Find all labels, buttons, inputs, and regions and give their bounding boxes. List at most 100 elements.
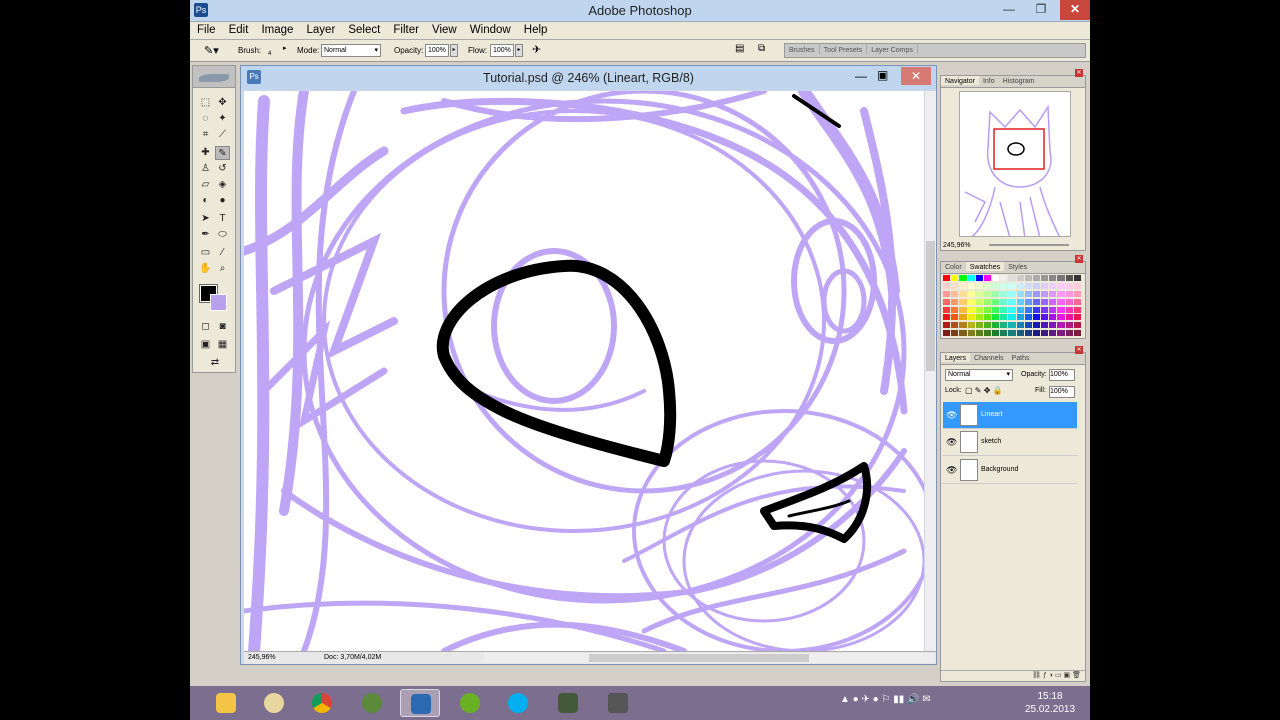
eyedropper-icon[interactable]: ⁄ [215,246,230,260]
airbrush-icon[interactable]: ✈ [532,43,541,56]
zoom-level[interactable]: 245,96% [248,652,276,664]
color-swatch[interactable] [992,306,1000,313]
color-swatch[interactable] [967,282,975,289]
color-swatch[interactable] [975,298,983,305]
color-swatch[interactable] [1008,282,1016,289]
color-swatch[interactable] [943,330,951,337]
color-swatch[interactable] [1016,314,1024,321]
taskbar-photoshop[interactable] [400,689,440,717]
color-swatch[interactable] [1024,298,1032,305]
taskbar-game[interactable] [352,689,392,717]
paint-bucket-icon[interactable]: ◈ [215,178,230,192]
color-swatch[interactable] [1000,290,1008,297]
color-swatch[interactable] [1065,290,1073,297]
brush-picker-arrow[interactable]: ▸ [283,44,287,52]
minimize-button[interactable]: — [996,0,1022,20]
taskbar-media-player[interactable] [548,689,588,717]
color-swatch[interactable] [1000,275,1008,281]
color-swatch[interactable] [1049,330,1057,337]
color-swatch[interactable] [943,282,951,289]
taskbar-skype[interactable] [498,689,538,717]
color-swatch[interactable] [1024,290,1032,297]
tab-paths[interactable]: Paths [1008,353,1034,362]
path-selection-icon[interactable]: ➤ [198,212,213,226]
eraser-tool-icon[interactable]: ▱ [198,178,213,192]
palette-well-brushes[interactable]: Brushes [785,44,820,54]
color-swatch[interactable] [983,282,992,289]
color-swatch[interactable] [1049,322,1057,329]
color-swatch[interactable] [1016,282,1024,289]
color-swatch[interactable] [992,330,1000,337]
color-swatch[interactable] [983,322,992,329]
document-minimize-button[interactable]: — [855,69,867,83]
color-swatch[interactable] [1032,275,1041,281]
taskbar-game-2[interactable] [598,689,638,717]
color-swatch[interactable] [967,322,975,329]
brush-tool-icon[interactable]: ✎ [215,146,230,160]
color-swatch[interactable] [1065,330,1073,337]
fullscreen-mode-icon[interactable]: ▦ [215,338,230,352]
color-swatch[interactable] [1000,322,1008,329]
color-swatch[interactable] [1065,322,1073,329]
color-swatch[interactable] [1049,306,1057,313]
color-swatch[interactable] [951,275,959,281]
color-swatch[interactable] [959,306,967,313]
color-swatch[interactable] [1032,330,1041,337]
color-swatch[interactable] [1073,306,1081,313]
color-swatch[interactable] [1024,306,1032,313]
color-swatch[interactable] [1041,306,1049,313]
color-swatch[interactable] [1032,282,1041,289]
color-swatch[interactable] [1041,282,1049,289]
tab-info[interactable]: Info [979,76,999,85]
color-swatch[interactable] [943,275,951,281]
color-swatch[interactable] [959,290,967,297]
menu-window[interactable]: Window [465,22,516,38]
color-swatch[interactable] [1073,298,1081,305]
document-maximize-button[interactable]: ▣ [877,68,888,82]
layer-opacity-input[interactable]: 100% [1049,369,1075,381]
color-swatch[interactable] [1041,330,1049,337]
flow-input[interactable]: 100% [490,44,514,57]
layer-row-lineart[interactable]: 👁 Lineart [943,402,1077,429]
horizontal-scroll-thumb[interactable] [589,654,809,662]
clone-stamp-icon[interactable]: ♙ [198,162,213,176]
color-swatch[interactable] [1000,330,1008,337]
shape-tool-icon[interactable]: ⬭ [215,228,230,242]
panel-close-icon[interactable]: ✕ [1075,69,1083,77]
horizontal-scrollbar[interactable] [484,653,934,663]
color-swatch[interactable] [943,290,951,297]
taskbar-paint[interactable] [254,689,294,717]
brush-size[interactable]: 4 [268,51,271,57]
zoom-tool-icon[interactable]: ⌕ [215,262,230,276]
color-swatch[interactable] [1032,322,1041,329]
color-swatch[interactable] [1032,290,1041,297]
color-swatch[interactable] [975,330,983,337]
color-swatch[interactable] [1049,275,1057,281]
color-swatch[interactable] [1008,298,1016,305]
color-swatch[interactable] [1065,298,1073,305]
color-swatch[interactable] [1016,322,1024,329]
tab-histogram[interactable]: Histogram [999,76,1039,85]
layer-row-background[interactable]: 👁 Background [943,457,1077,484]
screen-mode-icon[interactable]: ▣ [198,338,213,352]
color-swatch[interactable] [992,298,1000,305]
color-swatch[interactable] [951,330,959,337]
color-swatch[interactable] [1041,290,1049,297]
color-swatch[interactable] [1049,290,1057,297]
brush-tool-icon[interactable]: ✎▾ [204,44,219,57]
color-swatch[interactable] [1041,298,1049,305]
menu-edit[interactable]: Edit [224,22,254,38]
vertical-scroll-thumb[interactable] [926,241,935,371]
color-swatch[interactable] [967,314,975,321]
color-swatch[interactable] [1057,330,1065,337]
color-swatch[interactable] [1000,282,1008,289]
color-swatch[interactable] [1024,282,1032,289]
color-swatch[interactable] [975,314,983,321]
menu-view[interactable]: View [427,22,462,38]
quick-mask-icon[interactable]: ◙ [215,320,230,334]
color-swatch[interactable] [975,275,983,281]
move-tool-icon[interactable]: ✥ [215,96,230,110]
color-swatch[interactable] [975,306,983,313]
tab-channels[interactable]: Channels [970,353,1008,362]
color-swatch[interactable] [992,314,1000,321]
